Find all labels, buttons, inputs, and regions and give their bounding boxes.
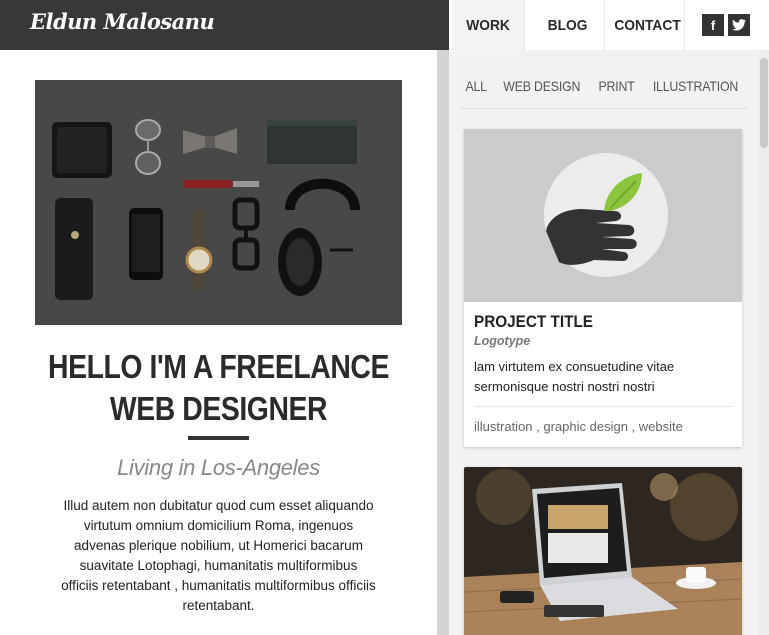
project-card[interactable]: PROJECT TITLE Logotype lam virtutem ex c…	[464, 129, 742, 447]
location-subtitle: Living in Los-Angeles	[117, 455, 320, 480]
nav-work[interactable]: WORK	[452, 0, 525, 50]
column-divider	[437, 50, 449, 635]
filter-illustration[interactable]: ILLUSTRATION	[653, 78, 738, 108]
filter-print[interactable]: PRINT	[598, 78, 634, 108]
hero-image	[35, 80, 402, 325]
intro-paragraph: Illud autem non dubitatur quod cum esset…	[61, 498, 376, 613]
portfolio-filters: ALL WEB DESIGN PRINT ILLUSTRATION	[460, 78, 748, 109]
headline-line-1: HELLO I'M A FREELANCE	[48, 348, 389, 385]
headline-divider	[188, 436, 249, 440]
scrollbar-thumb[interactable]	[760, 58, 768, 148]
nav-contact[interactable]: CONTACT	[611, 0, 685, 50]
nav-blog[interactable]: BLOG	[531, 0, 605, 50]
site-logo[interactable]: Eldun Malosanu	[30, 9, 215, 34]
twitter-icon[interactable]	[728, 14, 750, 36]
card-divider	[474, 406, 732, 407]
project-thumbnail[interactable]	[464, 467, 742, 635]
project-thumbnail[interactable]	[464, 129, 742, 302]
headline-line-2: WEB DESIGNER	[109, 390, 328, 427]
project-category: Logotype	[474, 334, 531, 348]
project-description: lam virtutem ex consuetudine vitae sermo…	[474, 359, 675, 394]
facebook-icon[interactable]: f	[702, 14, 724, 36]
main-nav: WORK BLOG CONTACT f	[449, 0, 769, 50]
project-card[interactable]	[464, 467, 742, 635]
page-headline: HELLO I'M A FREELANCE WEB DESIGNER	[48, 346, 389, 430]
tag-link[interactable]: illustration	[474, 419, 533, 434]
tag-link[interactable]: graphic design	[543, 419, 628, 434]
header-bar: Eldun Malosanu	[0, 0, 449, 50]
intro-column: HELLO I'M A FREELANCE WEB DESIGNER Livin…	[0, 50, 437, 635]
project-tags: illustration , graphic design , website	[474, 419, 683, 434]
social-links: f	[688, 0, 750, 50]
project-title[interactable]: PROJECT TITLE	[474, 312, 593, 332]
filter-web-design[interactable]: WEB DESIGN	[504, 78, 581, 108]
filter-all[interactable]: ALL	[466, 78, 488, 108]
tag-link[interactable]: website	[639, 419, 683, 434]
